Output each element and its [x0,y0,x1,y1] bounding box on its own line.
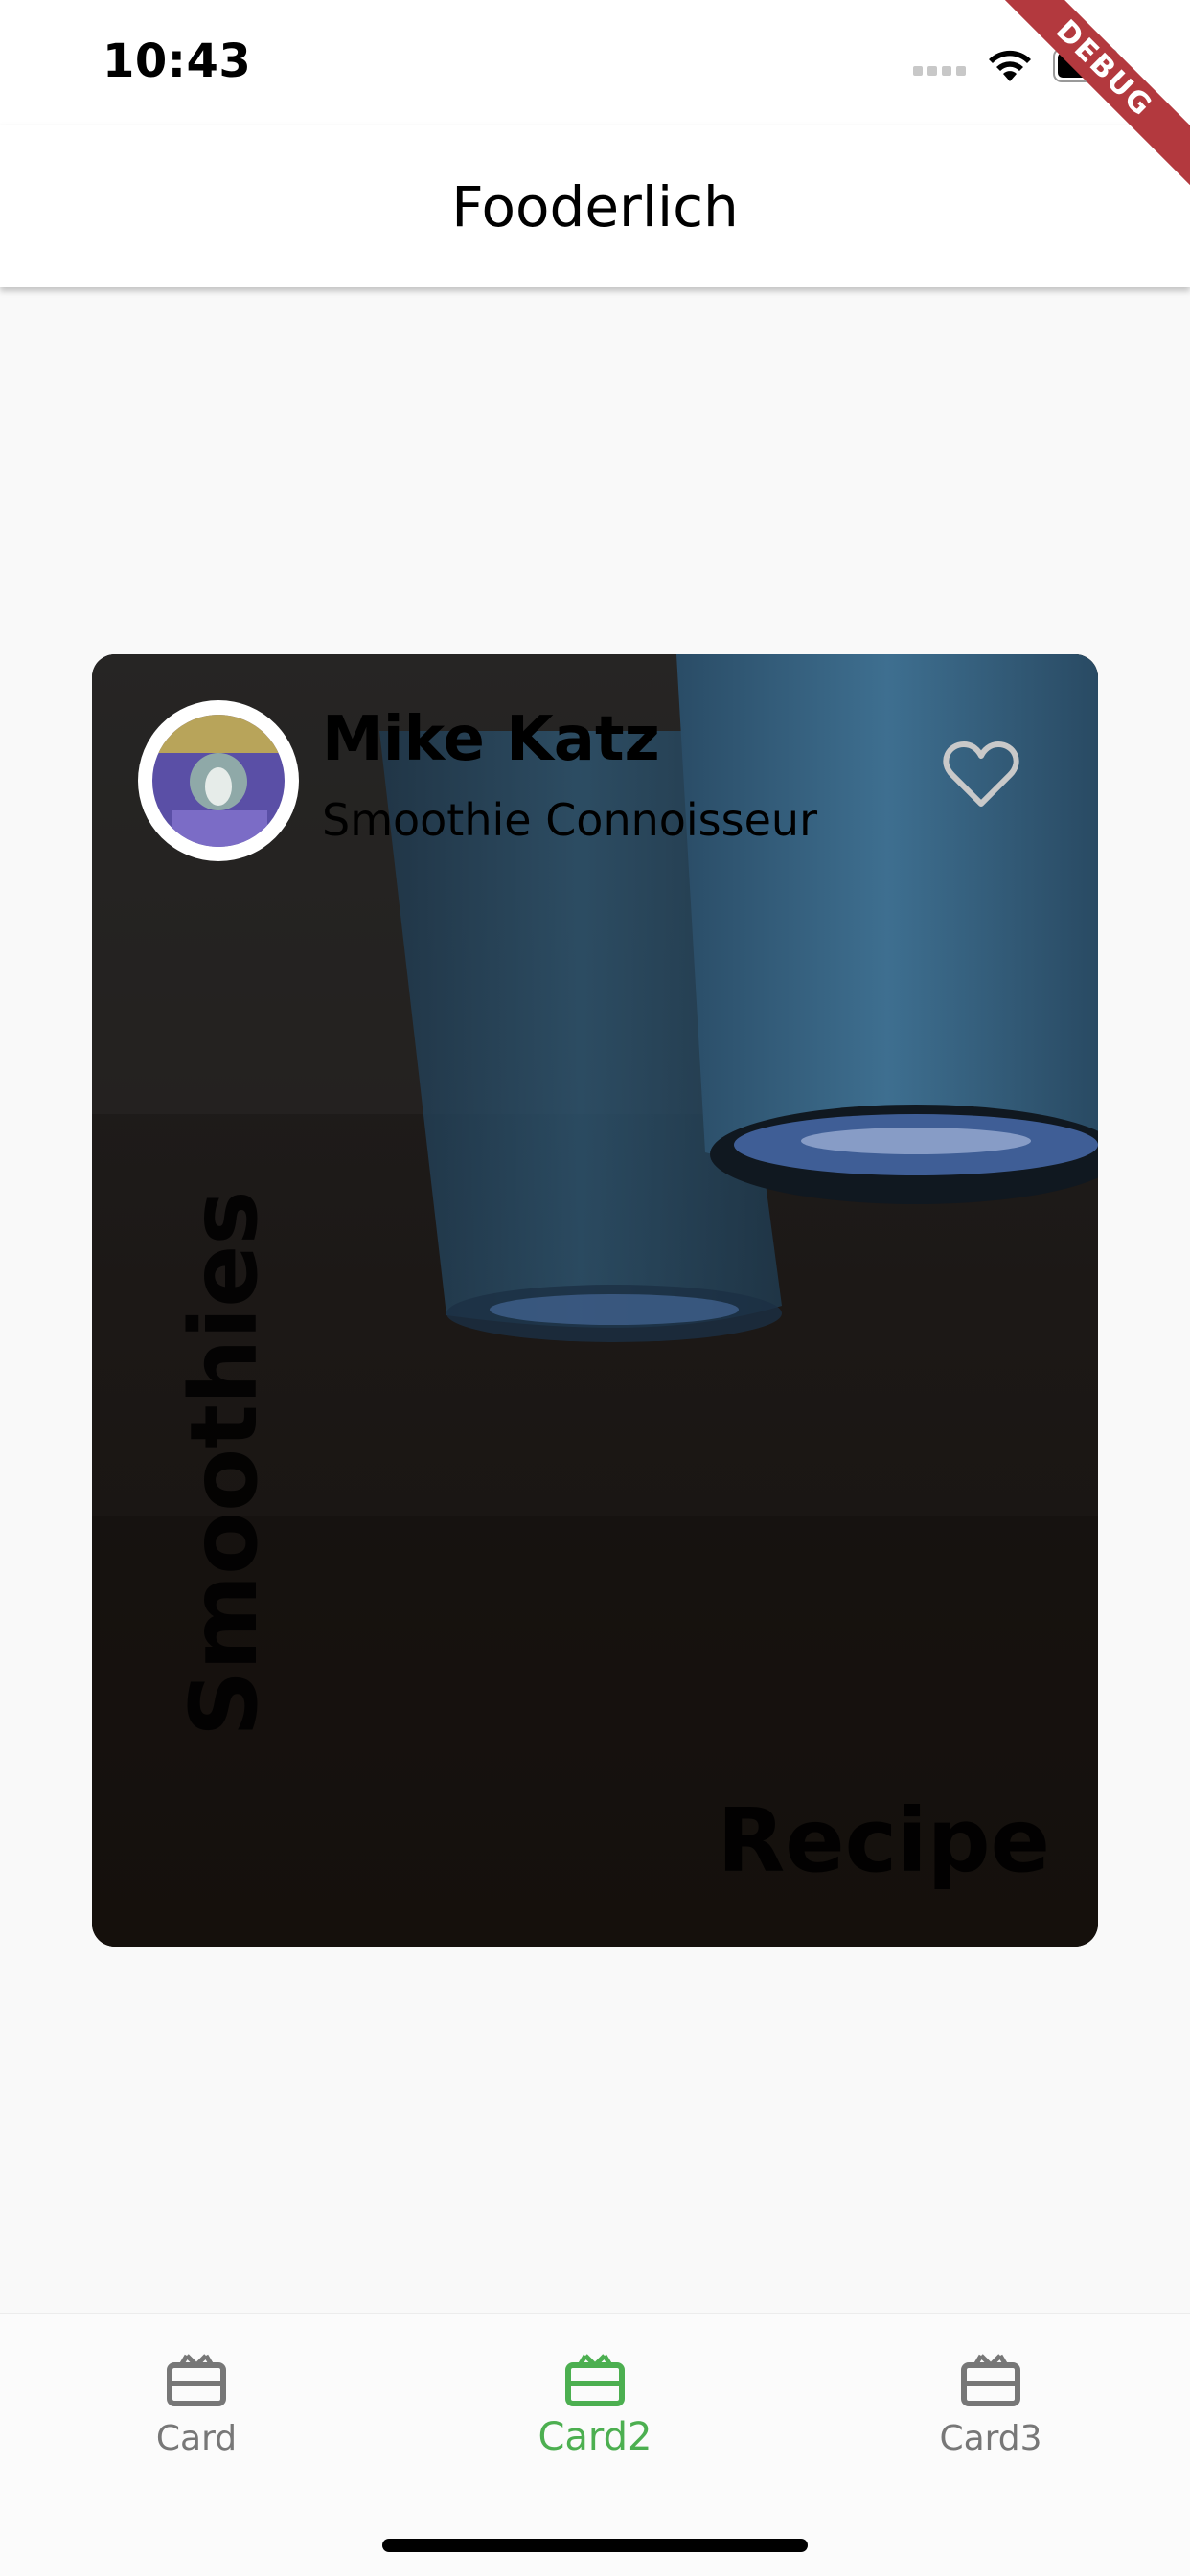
nav-item-card2[interactable]: Card2 [480,2352,710,2459]
cellular-signal-icon [913,61,971,77]
nav-item-card3[interactable]: Card3 [876,2352,1106,2458]
app-title: Fooderlich [451,174,739,239]
card-giftcard-icon [167,2354,226,2406]
nav-item-card[interactable]: Card [81,2352,311,2458]
author-name: Mike Katz [322,704,660,775]
nav-label: Card3 [939,2419,1042,2458]
author-title: Smoothie Connoisseur [322,794,817,846]
heart-outline-icon[interactable] [943,741,1019,809]
author-photo [152,715,285,847]
app-bar: Fooderlich [0,125,1190,287]
author-avatar [138,700,299,861]
status-time: 10:43 [103,34,252,88]
category-title: Smoothies [171,1190,278,1737]
nav-label: Card [155,2419,238,2458]
home-indicator[interactable] [382,2539,808,2552]
wifi-icon [989,50,1031,81]
status-bar: 10:43 [0,0,1190,125]
bottom-navigation-bar: Card Card2 Card3 [0,2313,1190,2576]
nav-label: Card2 [538,2415,652,2459]
recipe-card[interactable]: Mike Katz Smoothie Connoisseur Smoothies… [92,654,1098,1947]
recipe-label: Recipe [717,1790,1050,1892]
card-giftcard-icon [961,2354,1020,2406]
card-giftcard-icon [565,2354,625,2406]
